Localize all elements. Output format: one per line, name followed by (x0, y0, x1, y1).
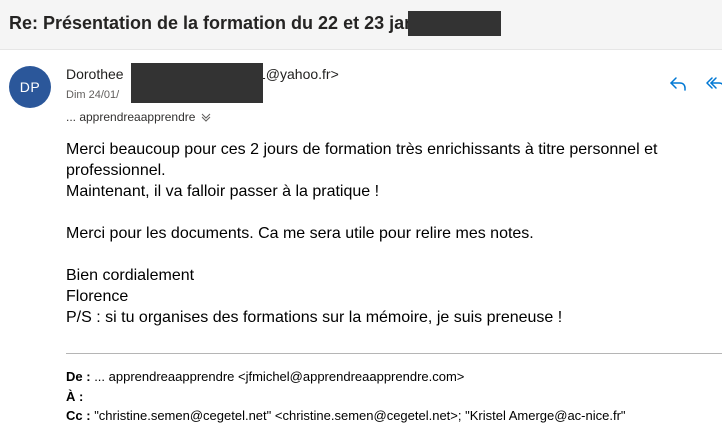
sender-avatar[interactable]: DP (9, 66, 51, 108)
forwarded-cc: Cc : "christine.semen@cegetel.net" <chri… (66, 408, 626, 423)
recipients-label: ... apprendreaapprendre (66, 110, 196, 124)
redaction-block (408, 11, 501, 36)
message-signature: Florence (66, 288, 129, 305)
forwarded-to: À : (66, 389, 83, 404)
reply-icon[interactable] (668, 74, 688, 94)
forwarded-to-label: À : (66, 389, 84, 404)
quote-divider (66, 353, 722, 354)
forwarded-from: De : ... apprendreaapprendre <jfmichel@a… (66, 369, 464, 384)
email-subject: Re: Présentation de la formation du 22 e… (9, 13, 416, 33)
sender-email[interactable]: 1@yahoo.fr> (258, 66, 339, 82)
redaction-block (131, 63, 263, 103)
recipients-row[interactable]: ... apprendreaapprendre (66, 110, 211, 124)
message-line: Maintenant, il va falloir passer à la pr… (66, 183, 380, 200)
forwarded-cc-value[interactable]: "christine.semen@cegetel.net" <christine… (94, 408, 625, 423)
chevron-down-icon[interactable] (201, 112, 211, 122)
sender-name[interactable]: Dorothee (66, 66, 124, 82)
forwarded-cc-label: Cc : (66, 408, 91, 423)
subject-bar: Re: Présentation de la formation du 22 e… (0, 0, 722, 50)
reply-all-icon[interactable] (706, 74, 722, 94)
message-line: Bien cordialement (66, 267, 195, 284)
forwarded-from-value[interactable]: ... apprendreaapprendre <jfmichel@appren… (94, 369, 464, 384)
message-body: Merci beaucoup pour ces 2 jours de forma… (66, 139, 716, 328)
message-line: Merci beaucoup pour ces 2 jours de forma… (66, 141, 658, 179)
sent-date: Dim 24/01/ (66, 89, 120, 101)
message-line: Merci pour les documents. Ca me sera uti… (66, 225, 534, 242)
forwarded-from-label: De : (66, 369, 91, 384)
message-line: P/S : si tu organises des formations sur… (66, 309, 563, 326)
